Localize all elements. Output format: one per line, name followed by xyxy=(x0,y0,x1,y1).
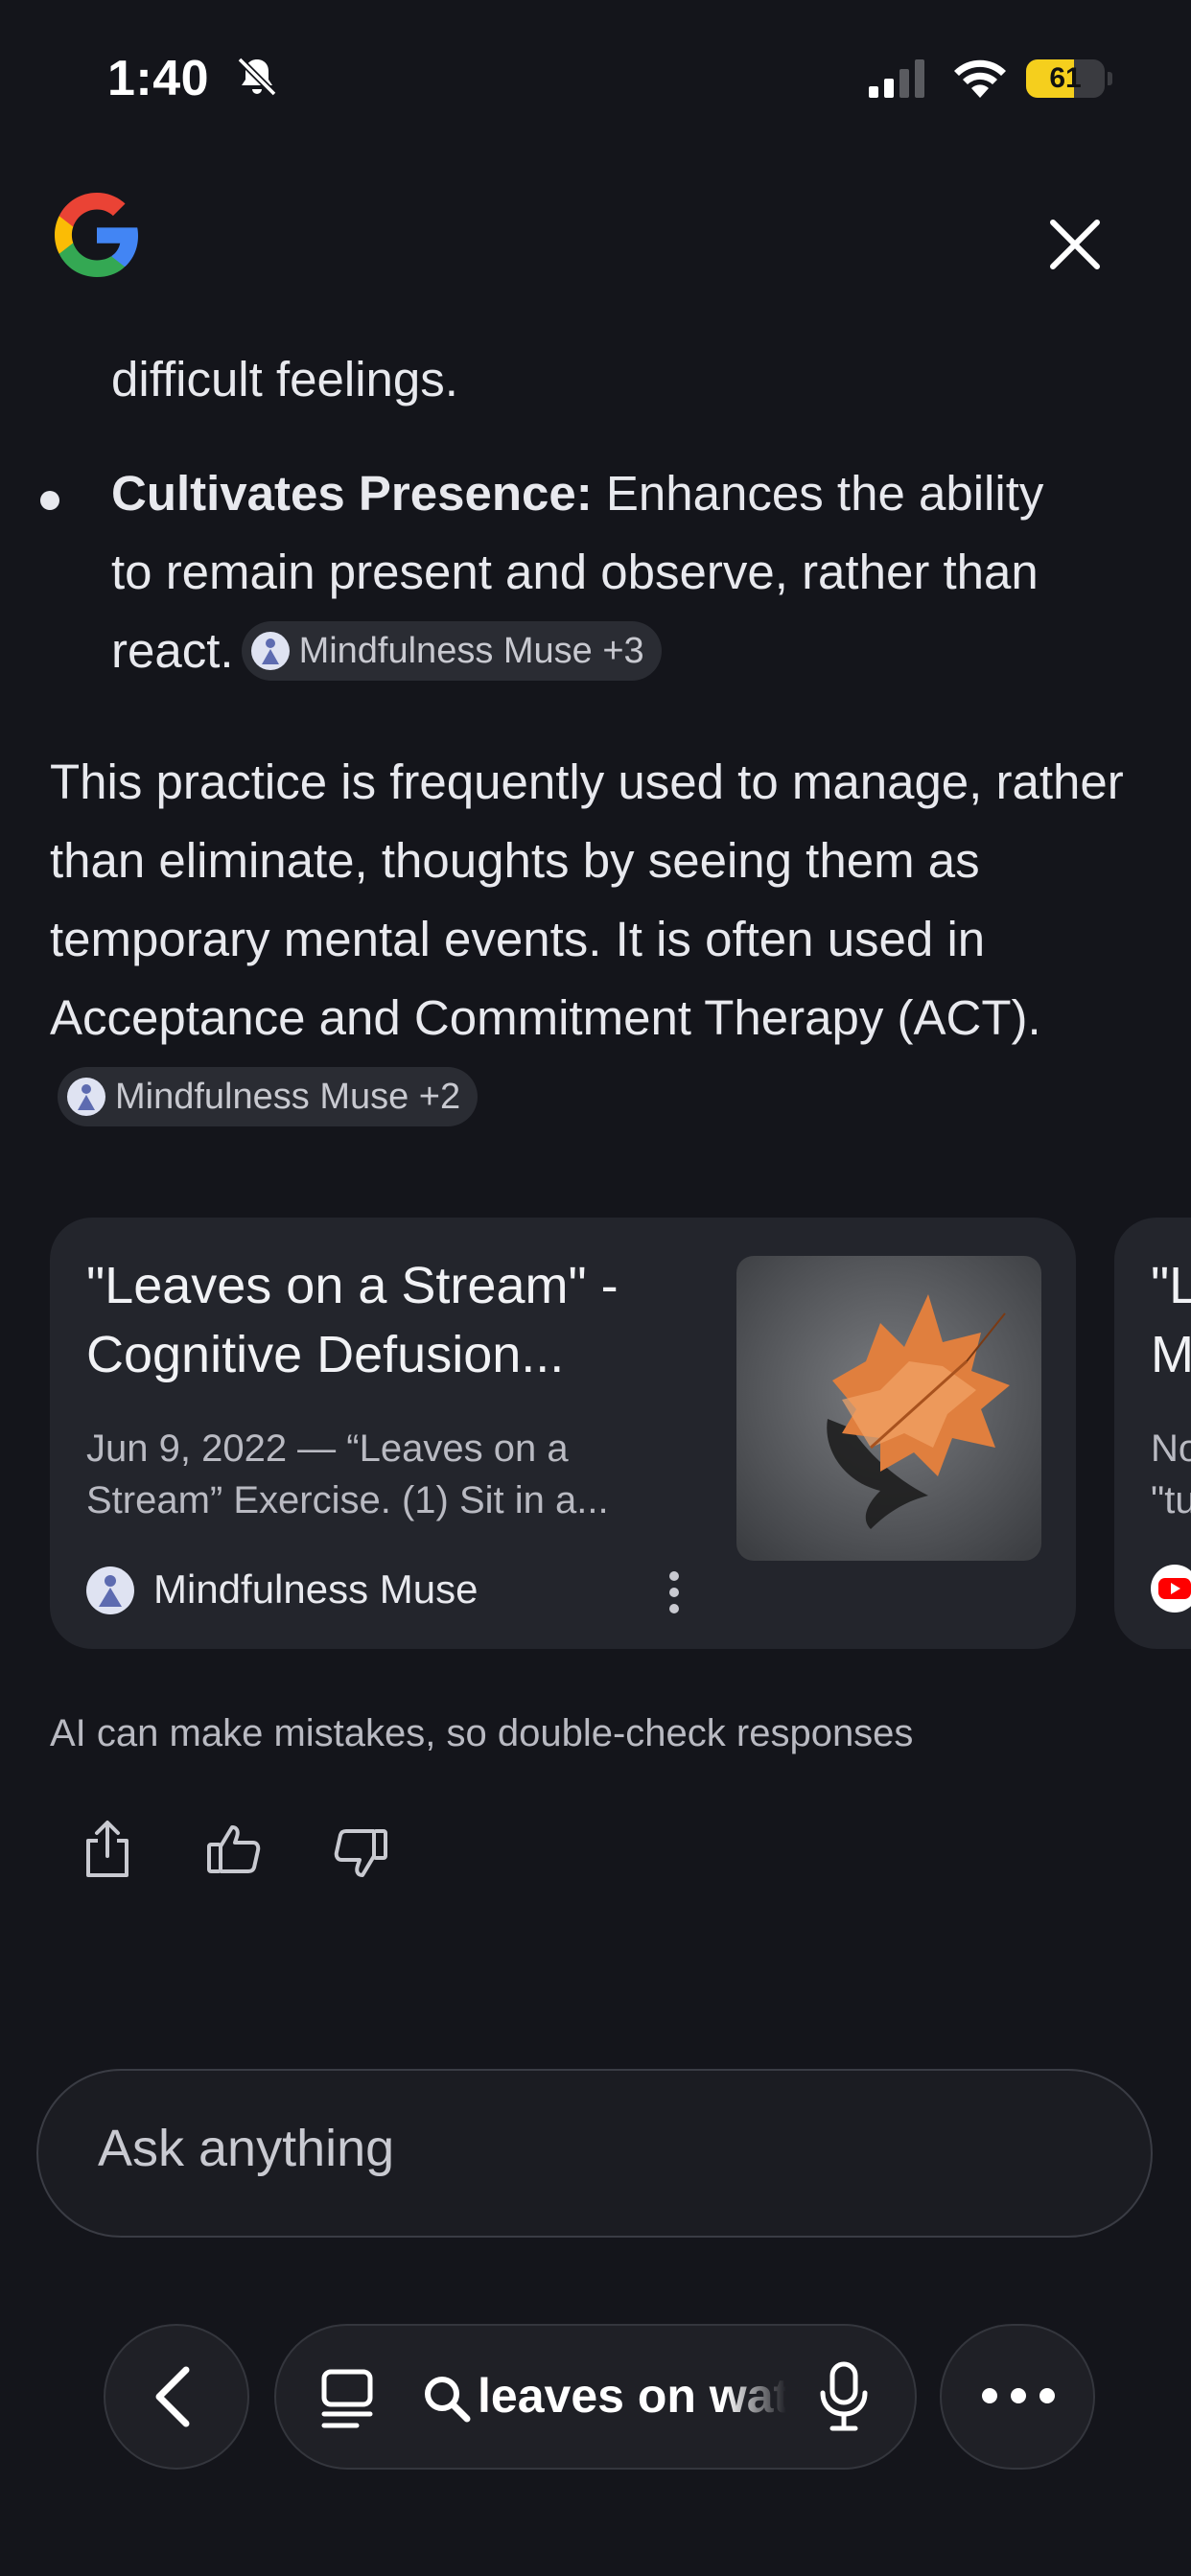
bullet-dot xyxy=(40,491,59,510)
ai-disclaimer: AI can make mistakes, so double-check re… xyxy=(50,1712,914,1754)
search-query-text[interactable]: leaves on water xyxy=(478,2368,786,2424)
source-avatar-icon xyxy=(250,631,290,670)
ask-input-placeholder[interactable]: Ask anything xyxy=(98,2119,394,2178)
bullet-title: Cultivates Presence: xyxy=(111,466,593,521)
answer-paragraph: This practice is frequently used to mana… xyxy=(50,743,1153,1136)
result-card-title[interactable]: M xyxy=(1151,1320,1191,1389)
result-card-snippet: "tu xyxy=(1151,1479,1191,1521)
microphone-icon[interactable] xyxy=(817,2360,871,2433)
result-card-title[interactable]: "Leaves on a Stream" - Cognitive Defusio… xyxy=(86,1251,700,1389)
bell-slash-icon xyxy=(237,57,277,97)
result-card-snippet: No xyxy=(1151,1427,1191,1470)
source-chip-label: Mindfulness Muse +2 xyxy=(115,1076,461,1117)
source-chip[interactable]: Mindfulness Muse +2 xyxy=(58,1066,479,1126)
status-time: 1:40 xyxy=(107,51,210,106)
battery-icon: 61 xyxy=(1026,59,1112,98)
search-icon xyxy=(425,2377,471,2423)
bullet-item: Cultivates Presence: Enhances the abilit… xyxy=(111,454,1070,690)
more-vert-icon[interactable] xyxy=(662,1568,687,1616)
battery-percent: 61 xyxy=(1049,62,1082,94)
source-avatar-icon xyxy=(86,1566,134,1614)
thumbs-down-icon[interactable] xyxy=(332,1825,389,1883)
result-card-snippet: Jun 9, 2022 — “Leaves on a Stream” Exerc… xyxy=(86,1427,609,1521)
paragraph-text: This practice is frequently used to mana… xyxy=(50,754,1124,1045)
tabs-icon[interactable] xyxy=(318,2368,376,2429)
share-icon[interactable] xyxy=(81,1818,134,1879)
source-chip-label: Mindfulness Muse +3 xyxy=(298,630,644,671)
source-chip[interactable]: Mindfulness Muse +3 xyxy=(241,620,662,681)
autumn-leaf-on-water-image[interactable] xyxy=(736,1256,1041,1561)
close-icon[interactable] xyxy=(1041,211,1109,278)
source-avatar-icon xyxy=(67,1077,105,1116)
wifi-icon xyxy=(954,59,1006,98)
back-arrow-icon[interactable] xyxy=(146,2364,199,2429)
result-card-source[interactable]: Mindfulness Muse xyxy=(153,1565,478,1614)
youtube-icon xyxy=(1151,1565,1191,1613)
google-g-logo[interactable] xyxy=(46,184,148,286)
cellular-signal-icon xyxy=(869,59,924,98)
result-card-title[interactable]: "L xyxy=(1151,1251,1191,1320)
thumbs-up-icon[interactable] xyxy=(205,1820,263,1877)
answer-continued-text: difficult feelings. xyxy=(111,352,458,406)
more-icon[interactable] xyxy=(978,2381,1059,2410)
